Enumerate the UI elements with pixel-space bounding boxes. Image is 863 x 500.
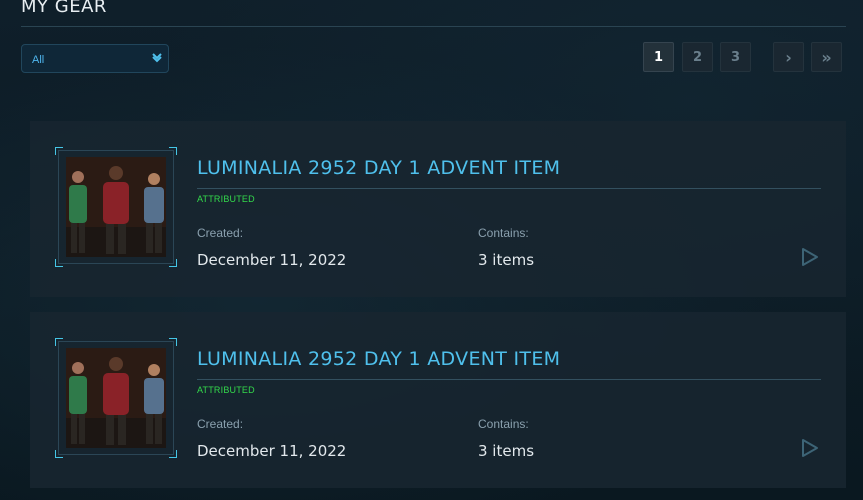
created-label: Created:: [197, 417, 244, 431]
created-value: December 11, 2022: [197, 442, 347, 460]
item-thumbnail: [66, 157, 166, 257]
play-icon[interactable]: [800, 247, 820, 267]
gear-card[interactable]: LUMINALIA 2952 DAY 1 ADVENT ITEM ATTRIBU…: [30, 121, 846, 297]
contains-value: 3 items: [478, 442, 535, 460]
contains-value: 3 items: [478, 251, 535, 269]
filter-selected-value: All: [32, 54, 45, 66]
page-button-3[interactable]: 3: [720, 42, 751, 72]
filter-select[interactable]: All: [21, 44, 169, 73]
last-page-button[interactable]: »: [811, 42, 842, 72]
contains-label: Contains:: [478, 226, 529, 240]
item-title[interactable]: LUMINALIA 2952 DAY 1 ADVENT ITEM: [197, 157, 560, 179]
page-button-2[interactable]: 2: [682, 42, 713, 72]
status-badge: ATTRIBUTED: [197, 194, 255, 204]
created-value: December 11, 2022: [197, 251, 347, 269]
item-thumbnail-frame: [55, 147, 177, 267]
item-thumbnail-frame: [55, 338, 177, 458]
contains-label: Contains:: [478, 417, 529, 431]
title-divider: [21, 26, 846, 27]
gear-card[interactable]: LUMINALIA 2952 DAY 1 ADVENT ITEM ATTRIBU…: [30, 312, 846, 488]
next-page-button[interactable]: ›: [773, 42, 804, 72]
created-label: Created:: [197, 226, 244, 240]
page-button-1[interactable]: 1: [643, 42, 674, 72]
item-title-divider: [197, 379, 821, 380]
chevron-down-icon: [152, 53, 162, 63]
page-title: MY GEAR: [21, 0, 107, 17]
play-icon[interactable]: [800, 438, 820, 458]
item-title-divider: [197, 188, 821, 189]
status-badge: ATTRIBUTED: [197, 385, 255, 395]
item-thumbnail: [66, 348, 166, 448]
item-title[interactable]: LUMINALIA 2952 DAY 1 ADVENT ITEM: [197, 348, 560, 370]
